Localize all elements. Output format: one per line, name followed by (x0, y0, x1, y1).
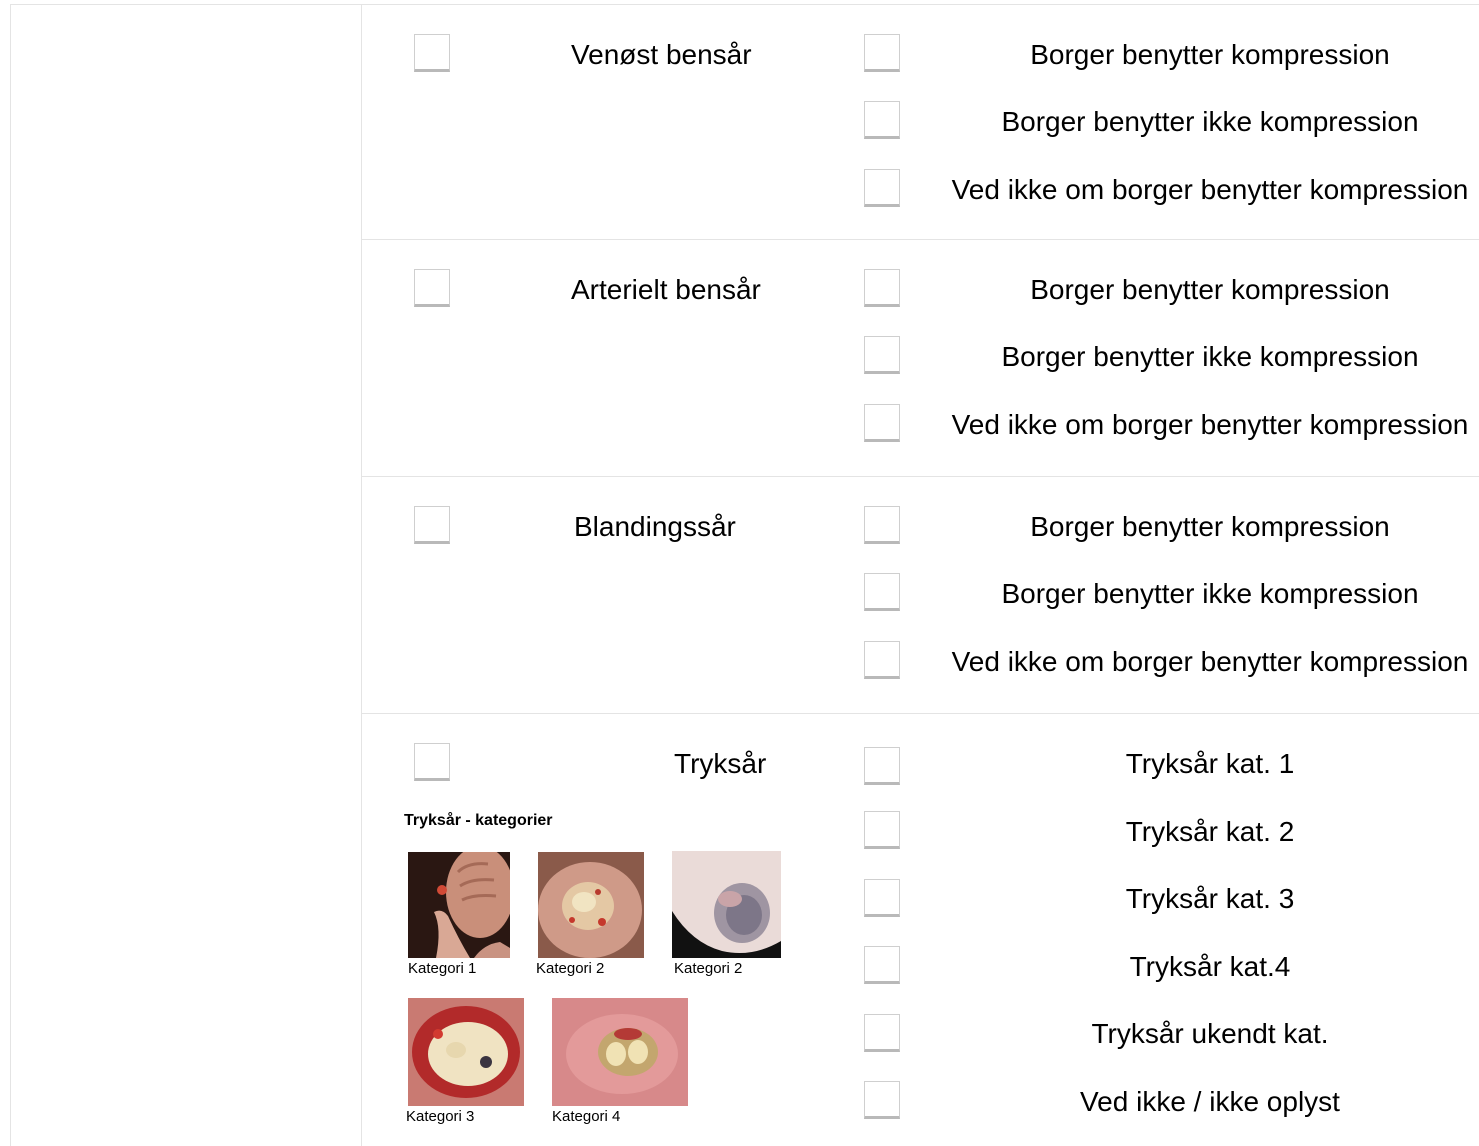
option-label: Borger benytter ikke kompression (1001, 106, 1419, 137)
checkbox-option[interactable] (864, 1014, 900, 1052)
checkbox-option[interactable] (864, 879, 900, 917)
checkbox-option[interactable] (864, 169, 900, 207)
category-4-photo (552, 998, 688, 1106)
checkbox-option[interactable] (864, 641, 900, 679)
label-venoest-bensaar: Venøst bensår (571, 39, 752, 70)
checkbox-option[interactable] (864, 269, 900, 307)
frame-top-border (10, 4, 1479, 5)
label-arterielt-bensaar: Arterielt bensår (571, 274, 761, 305)
category-caption: Kategori 3 (406, 1108, 475, 1125)
option-label: Tryksår kat. 1 (1125, 748, 1295, 779)
column-divider (361, 4, 362, 1146)
pressure-ulcer-categories-title: Tryksår - kategorier (404, 812, 553, 829)
checkbox-tryksaar[interactable] (414, 743, 450, 781)
checkbox-option[interactable] (864, 404, 900, 442)
category-caption: Kategori 4 (552, 1108, 621, 1125)
option-label: Tryksår kat. 3 (1125, 883, 1295, 914)
frame-left-border (10, 4, 11, 1146)
option-label: Tryksår ukendt kat. (1091, 1018, 1329, 1049)
option-label: Tryksår kat.4 (1129, 951, 1291, 982)
option-label: Borger benytter kompression (1030, 511, 1390, 542)
checkbox-option[interactable] (864, 747, 900, 785)
category-caption: Kategori 2 (536, 960, 605, 977)
checkbox-option[interactable] (864, 34, 900, 72)
category-2-photo (538, 852, 644, 958)
category-caption: Kategori 1 (408, 960, 477, 977)
category-2b-photo (672, 851, 781, 958)
checkbox-option[interactable] (864, 506, 900, 544)
option-label: Borger benytter kompression (1030, 274, 1390, 305)
option-label: Borger benytter kompression (1030, 39, 1390, 70)
checkbox-venoest-bensaar[interactable] (414, 34, 450, 72)
checkbox-option[interactable] (864, 1081, 900, 1119)
checkbox-blandingssaar[interactable] (414, 506, 450, 544)
category-1-photo (408, 852, 510, 958)
option-label: Borger benytter ikke kompression (1001, 341, 1419, 372)
label-tryksaar: Tryksår (674, 748, 767, 779)
row-separator (361, 713, 1479, 714)
option-label: Ved ikke om borger benytter kompression (951, 409, 1469, 440)
checkbox-option[interactable] (864, 811, 900, 849)
checkbox-option[interactable] (864, 101, 900, 139)
option-label: Tryksår kat. 2 (1125, 816, 1295, 847)
row-separator (361, 239, 1479, 240)
checkbox-option[interactable] (864, 573, 900, 611)
category-3-photo (408, 998, 524, 1106)
option-label: Borger benytter ikke kompression (1001, 578, 1419, 609)
checkbox-option[interactable] (864, 946, 900, 984)
label-blandingssaar: Blandingssår (574, 511, 736, 542)
option-label: Ved ikke / ikke oplyst (1080, 1086, 1340, 1117)
checkbox-arterielt-bensaar[interactable] (414, 269, 450, 307)
option-label: Ved ikke om borger benytter kompression (951, 174, 1469, 205)
option-label: Ved ikke om borger benytter kompression (951, 646, 1469, 677)
checkbox-option[interactable] (864, 336, 900, 374)
row-separator (361, 476, 1479, 477)
category-caption: Kategori 2 (674, 960, 743, 977)
